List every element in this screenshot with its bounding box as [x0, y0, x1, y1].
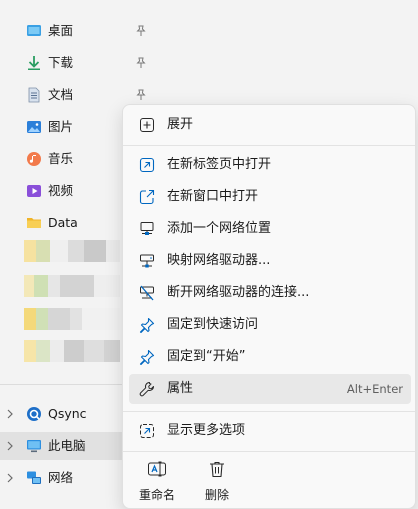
- pin-icon: [136, 25, 146, 36]
- download-icon: [28, 56, 40, 70]
- delete-label: 删除: [204, 488, 229, 502]
- blurred-folder-item[interactable]: [24, 240, 120, 262]
- nav-label: 音乐: [48, 151, 74, 166]
- pictures-icon: [27, 121, 41, 133]
- menu-item-disconnect-network-drive[interactable]: 断开网络驱动器的连接...: [129, 278, 411, 308]
- computer-icon: [27, 440, 41, 453]
- pin-icon: [136, 57, 146, 68]
- rename-icon: [148, 461, 166, 477]
- menu-separator: [123, 451, 415, 452]
- qsync-icon: [27, 407, 41, 421]
- disconnect-drive-icon: [140, 285, 154, 301]
- menu-item-expand[interactable]: 展开: [129, 110, 411, 140]
- nav-item-music[interactable]: 音乐: [0, 145, 122, 173]
- wrench-icon: [139, 381, 155, 397]
- blurred-folder-item[interactable]: [24, 340, 120, 362]
- nav-item-downloads[interactable]: 下载: [0, 49, 146, 77]
- nav-label: 文档: [48, 87, 74, 102]
- network-location-icon: [140, 222, 154, 235]
- nav-label: 视频: [48, 183, 74, 198]
- menu-item-label: 映射网络驱动器...: [167, 253, 271, 268]
- menu-item-pin-to-start[interactable]: 固定到“开始”: [129, 342, 411, 372]
- menu-item-label: 添加一个网络位置: [167, 221, 272, 236]
- menu-item-label: 在新标签页中打开: [167, 157, 272, 172]
- menu-item-label: 在新窗口中打开: [167, 189, 259, 204]
- chevron-right-icon[interactable]: [5, 408, 15, 420]
- music-icon: [27, 152, 41, 166]
- menu-item-open-new-window[interactable]: 在新窗口中打开: [129, 182, 411, 212]
- menu-item-label: 固定到快速访问: [167, 317, 259, 332]
- open-new-tab-icon: [139, 157, 155, 173]
- chevron-right-icon[interactable]: [5, 472, 15, 484]
- nav-divider: [0, 384, 122, 385]
- menu-item-label: 固定到“开始”: [167, 349, 246, 364]
- expand-icon: [140, 118, 154, 132]
- map-drive-icon: [140, 254, 154, 268]
- blurred-folder-item[interactable]: [24, 275, 120, 297]
- shortcut-label: Alt+Enter: [346, 382, 403, 396]
- nav-label: 网络: [48, 470, 74, 485]
- nav-label: 此电脑: [48, 438, 86, 453]
- nav-label: 下载: [48, 55, 74, 70]
- nav-item-documents[interactable]: 文档: [0, 81, 146, 109]
- menu-item-properties[interactable]: 属性 Alt+Enter: [129, 374, 411, 404]
- nav-item-data[interactable]: Data: [0, 209, 122, 237]
- nav-item-qsync[interactable]: Qsync: [0, 400, 122, 428]
- delete-button[interactable]: 删除: [189, 455, 245, 503]
- menu-item-label: 属性: [167, 381, 194, 396]
- more-options-icon: [140, 424, 154, 438]
- folder-icon: [27, 218, 41, 228]
- network-icon: [27, 471, 41, 484]
- pin-icon: [139, 317, 155, 333]
- menu-item-pin-quick-access[interactable]: 固定到快速访问: [129, 310, 411, 340]
- menu-item-add-network-location[interactable]: 添加一个网络位置: [129, 214, 411, 244]
- nav-label: Data: [48, 215, 78, 230]
- nav-item-pictures[interactable]: 图片: [0, 113, 122, 141]
- nav-item-network[interactable]: 网络: [0, 464, 122, 492]
- menu-item-label: 展开: [167, 117, 194, 132]
- menu-item-map-network-drive[interactable]: 映射网络驱动器...: [129, 246, 411, 276]
- video-icon: [27, 185, 41, 197]
- trash-icon: [210, 461, 224, 478]
- nav-label: 图片: [48, 119, 74, 134]
- menu-item-show-more-options[interactable]: 显示更多选项: [129, 416, 411, 446]
- context-menu: 展开 在新标签页中打开 在新窗口中打开 添加一个网络位置 映射网络驱动器... …: [122, 104, 416, 509]
- menu-separator: [123, 145, 415, 146]
- nav-item-videos[interactable]: 视频: [0, 177, 122, 205]
- nav-item-this-pc[interactable]: 此电脑: [0, 432, 122, 460]
- pin-icon: [136, 89, 146, 100]
- pin-start-icon: [139, 349, 155, 365]
- nav-item-desktop[interactable]: 桌面: [0, 17, 146, 45]
- open-new-window-icon: [139, 189, 155, 205]
- nav-label: Qsync: [48, 406, 87, 421]
- menu-item-label: 显示更多选项: [167, 423, 246, 438]
- menu-item-open-new-tab[interactable]: 在新标签页中打开: [129, 150, 411, 180]
- blurred-folder-item[interactable]: [24, 308, 120, 330]
- rename-button[interactable]: 重命名: [129, 455, 185, 503]
- document-icon: [28, 87, 40, 103]
- menu-separator: [123, 411, 415, 412]
- menu-item-label: 断开网络驱动器的连接...: [167, 285, 310, 300]
- nav-label: 桌面: [48, 23, 74, 38]
- chevron-right-icon[interactable]: [5, 440, 15, 452]
- desktop-icon: [27, 25, 41, 36]
- rename-label: 重命名: [138, 488, 175, 502]
